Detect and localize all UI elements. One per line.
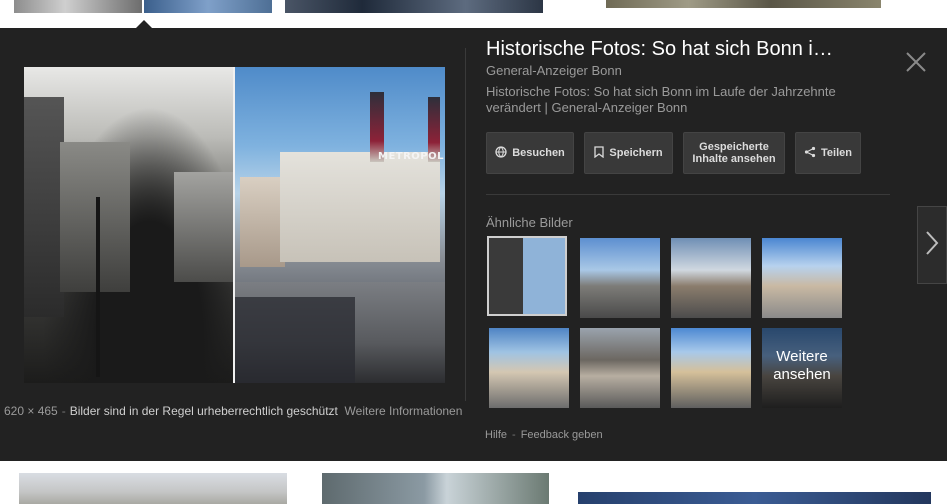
footer-separator: - <box>512 429 516 441</box>
view-saved-button[interactable]: Gespeicherte Inhalte ansehen <box>683 132 785 174</box>
main-preview-image[interactable]: METROPOL <box>24 67 445 383</box>
similar-image-thumbnail[interactable] <box>580 238 660 318</box>
visit-label: Besuchen <box>512 147 565 159</box>
similar-image-thumbnail[interactable] <box>580 328 660 408</box>
historic-photo-half <box>24 67 234 383</box>
result-thumbnail[interactable] <box>19 473 287 504</box>
bookmark-icon <box>594 145 605 161</box>
share-button[interactable]: Teilen <box>795 132 861 174</box>
panel-footer: Hilfe - Feedback geben <box>485 429 603 441</box>
similar-image-thumbnail[interactable] <box>671 238 751 318</box>
next-image-button[interactable] <box>917 206 947 284</box>
image-caption: 620 × 465- Bilder sind in der Regel urheb… <box>4 404 462 418</box>
building-sign: METROPOL <box>378 151 445 162</box>
page-title[interactable]: Historische Fotos: So hat sich Bonn i… <box>486 38 878 61</box>
similar-image-thumbnail[interactable] <box>671 328 751 408</box>
share-icon <box>804 146 816 161</box>
caption-separator: - <box>61 404 66 418</box>
panel-divider <box>465 48 466 401</box>
view-saved-label: Gespeicherte Inhalte ansehen <box>692 141 776 165</box>
image-description: Historische Fotos: So hat sich Bonn im L… <box>486 84 836 115</box>
section-divider <box>486 194 890 195</box>
more-info-link[interactable]: Weitere Informationen <box>345 404 463 418</box>
result-thumbnail[interactable] <box>322 473 549 504</box>
similar-image-thumbnail[interactable] <box>487 236 567 316</box>
globe-icon <box>495 145 507 161</box>
image-preview-panel: METROPOL 620 × 465- Bilder sind in der Re… <box>0 28 947 461</box>
source-site[interactable]: General-Anzeiger Bonn <box>486 63 622 78</box>
copyright-notice: Bilder sind in der Regel urheberrechtlic… <box>69 404 338 418</box>
result-thumbnail-selected[interactable] <box>144 0 272 13</box>
similar-image-thumbnail[interactable] <box>762 238 842 318</box>
share-label: Teilen <box>821 147 852 159</box>
result-thumbnail[interactable] <box>578 492 931 504</box>
feedback-link[interactable]: Feedback geben <box>521 429 603 441</box>
close-icon[interactable] <box>905 51 927 73</box>
save-label: Speichern <box>609 147 663 159</box>
save-button[interactable]: Speichern <box>584 132 673 174</box>
help-link[interactable]: Hilfe <box>485 429 507 441</box>
result-thumbnail[interactable] <box>14 0 142 13</box>
similar-image-thumbnail[interactable] <box>489 328 569 408</box>
result-thumbnail[interactable] <box>285 0 543 13</box>
image-dimensions: 620 × 465 <box>4 404 58 418</box>
modern-photo-half: METROPOL <box>235 67 445 383</box>
more-similar-button[interactable]: Weitere ansehen <box>762 328 842 408</box>
more-similar-label: Weitere ansehen <box>773 348 831 383</box>
result-thumbnail[interactable] <box>606 0 881 8</box>
visit-button[interactable]: Besuchen <box>486 132 574 174</box>
chevron-right-icon <box>925 230 939 261</box>
similar-images-heading: Ähnliche Bilder <box>486 215 573 230</box>
